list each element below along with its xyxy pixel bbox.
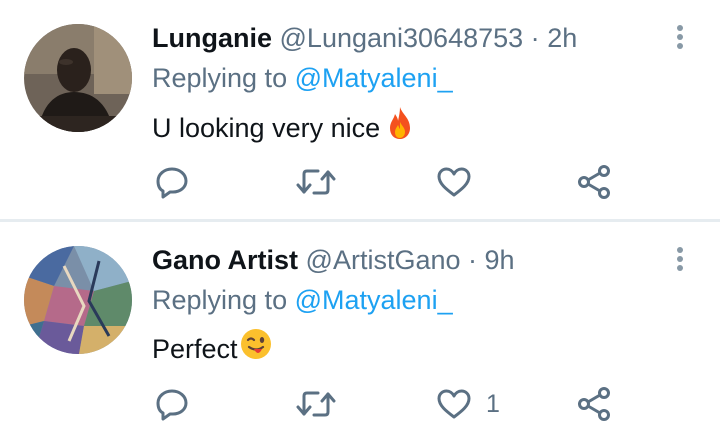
like-count: 1 (486, 389, 500, 418)
replying-to-line: Replying to @Matyaleni_ (152, 60, 453, 96)
tweet[interactable]: Lunganie @Lungani30648753 · 2h Replying … (0, 0, 720, 220)
reply-button[interactable] (154, 160, 190, 204)
separator-dot: · (530, 23, 540, 53)
avatar[interactable] (24, 246, 132, 354)
tweet-text-content: Perfect (152, 333, 238, 364)
like-button[interactable] (436, 160, 486, 204)
more-options-button[interactable] (668, 22, 692, 52)
more-vertical-icon (677, 247, 683, 271)
like-icon (437, 389, 471, 419)
share-button[interactable] (576, 382, 612, 426)
like-button[interactable]: 1 (436, 382, 500, 426)
retweet-icon (296, 169, 336, 195)
replying-to-line: Replying to @Matyaleni_ (152, 282, 453, 318)
share-icon (578, 387, 610, 421)
tweet-text: Perfect (152, 328, 272, 369)
display-name[interactable]: Gano Artist (152, 245, 298, 275)
tweet-header: Lunganie @Lungani30648753 · 2h (152, 20, 577, 56)
more-options-button[interactable] (668, 244, 692, 274)
retweet-button[interactable] (296, 160, 336, 204)
display-name[interactable]: Lunganie (152, 23, 272, 53)
tweet-header: Gano Artist @ArtistGano · 9h (152, 242, 515, 278)
replying-to-label: Replying to (152, 63, 288, 93)
mention-link[interactable]: @Matyaleni_ (295, 63, 453, 93)
tweet-actions: 1 (0, 382, 720, 426)
avatar[interactable] (24, 24, 132, 132)
user-handle[interactable]: @Lungani30648753 (280, 23, 524, 53)
winking-face-with-tongue-emoji-icon (240, 328, 272, 369)
tweet-actions (0, 160, 720, 204)
timestamp[interactable]: 2h (547, 23, 577, 53)
fire-emoji-icon (386, 106, 414, 149)
more-vertical-icon (677, 25, 683, 49)
share-button[interactable] (576, 160, 612, 204)
separator-dot: · (468, 245, 478, 275)
reply-icon (156, 389, 188, 421)
tweet-text: U looking very nice (152, 106, 414, 149)
user-handle[interactable]: @ArtistGano (306, 245, 461, 275)
reply-icon (156, 167, 188, 199)
timestamp[interactable]: 9h (485, 245, 515, 275)
retweet-button[interactable] (296, 382, 336, 426)
mention-link[interactable]: @Matyaleni_ (295, 285, 453, 315)
tweet-text-content: U looking very nice (152, 112, 381, 143)
tweet[interactable]: Gano Artist @ArtistGano · 9h Replying to… (0, 222, 720, 443)
like-icon (437, 167, 471, 197)
retweet-icon (296, 391, 336, 417)
reply-feed: Lunganie @Lungani30648753 · 2h Replying … (0, 0, 720, 443)
reply-button[interactable] (154, 382, 190, 426)
share-icon (578, 165, 610, 199)
replying-to-label: Replying to (152, 285, 288, 315)
